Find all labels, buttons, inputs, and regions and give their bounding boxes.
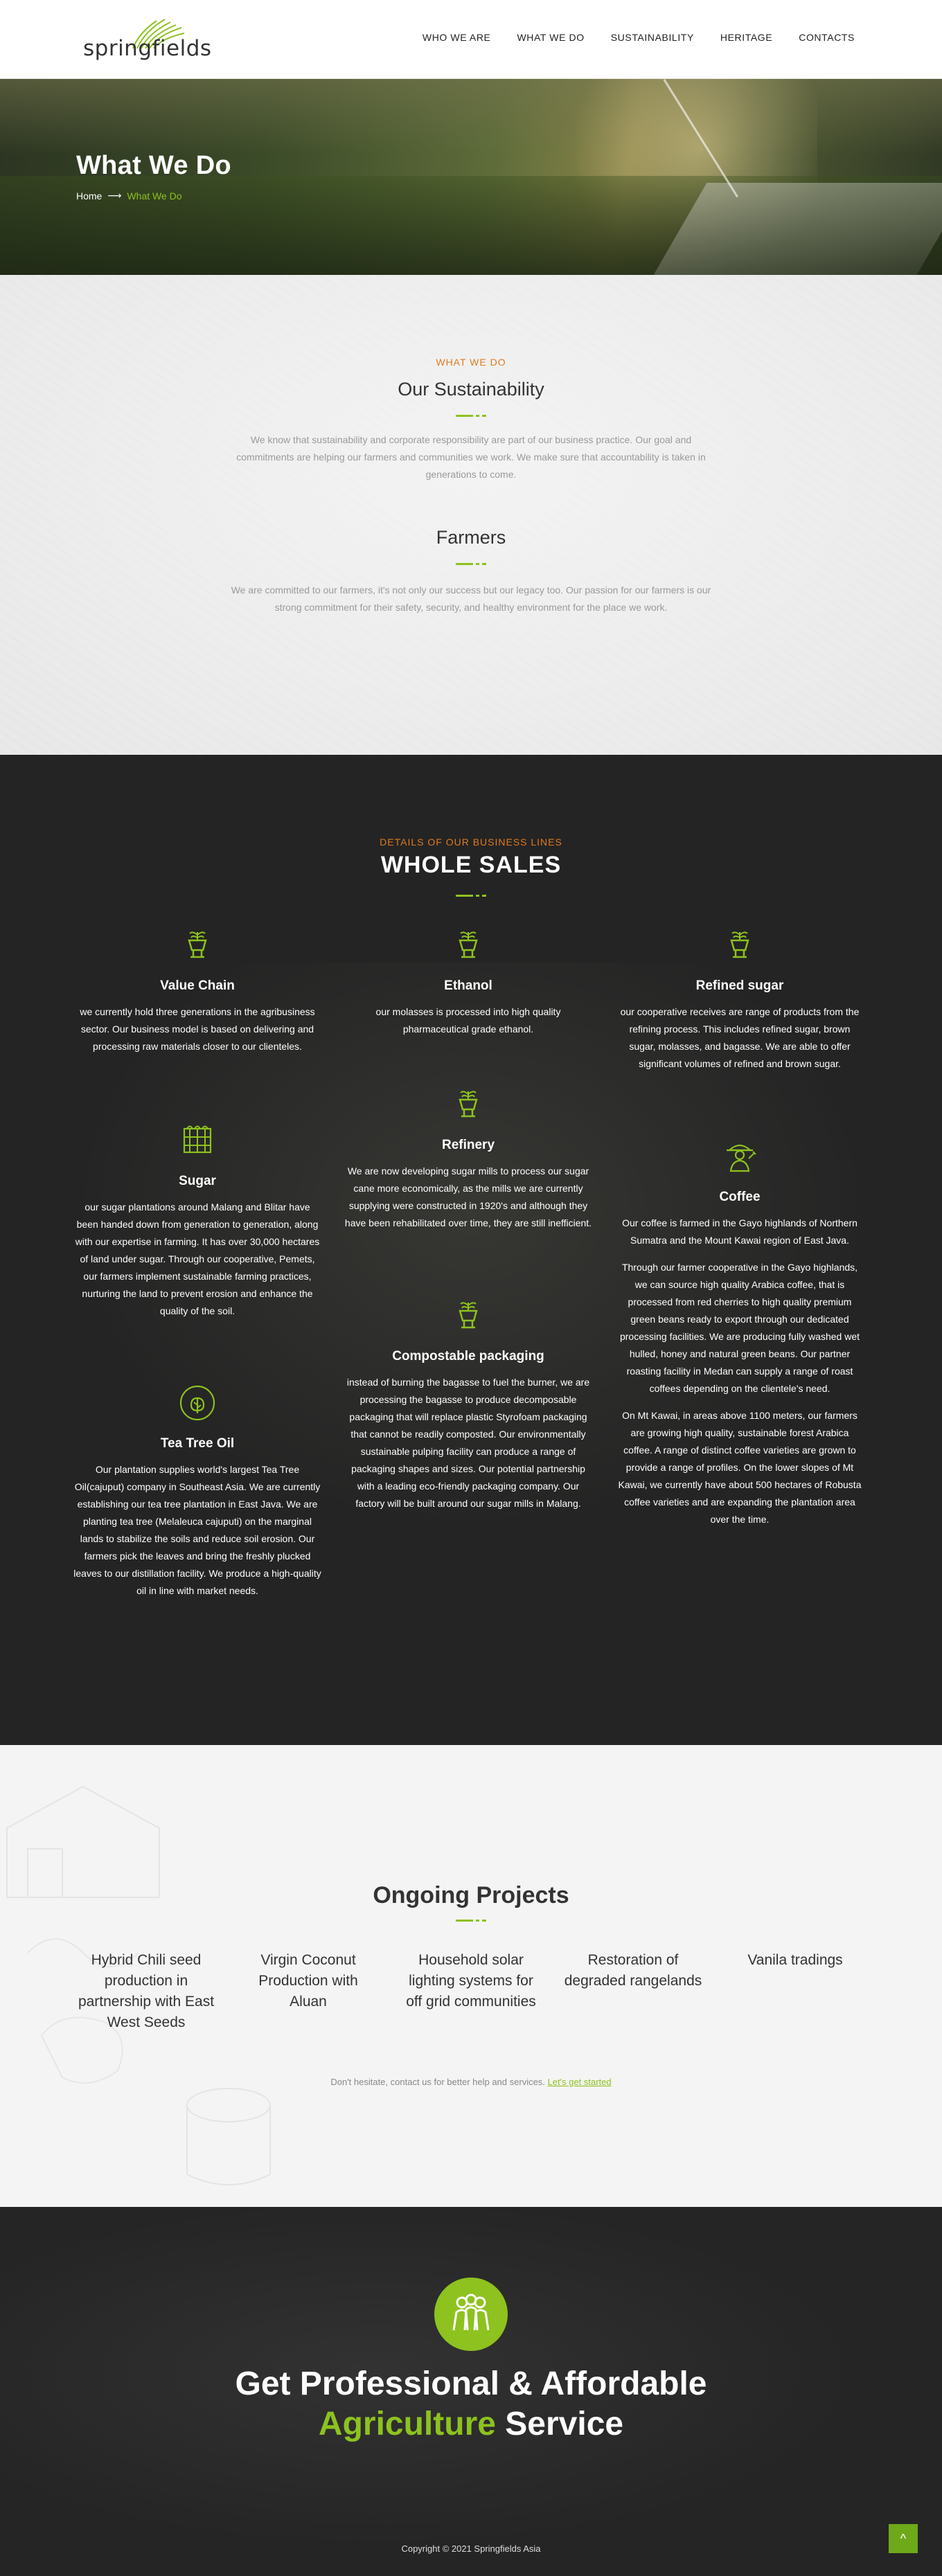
- what-we-do-section: WHAT WE DO Our Sustainability We know th…: [0, 275, 942, 755]
- card-title: Compostable packaging: [392, 1349, 544, 1363]
- breadcrumb-current: What We Do: [127, 190, 182, 202]
- card-title: Refinery: [441, 1138, 495, 1152]
- cta-rest: Service: [495, 2406, 624, 2442]
- sugarcane-icon: [183, 1125, 212, 1154]
- business-card-value-chain: Value Chain we currently hold three gene…: [73, 927, 322, 1055]
- section-title: Our Sustainability: [398, 379, 544, 400]
- business-card-coffee: Coffee Our coffee is farmed in the Gayo …: [615, 1138, 864, 1528]
- farmers-group-icon: [434, 2278, 508, 2351]
- section-eyebrow: DETAILS OF OUR BUSINESS LINES: [380, 837, 562, 848]
- hero-banner: What We Do Home ⟶ What We Do: [0, 79, 942, 275]
- site-header: springfields WHO WE ARE WHAT WE DO SUSTA…: [0, 0, 942, 79]
- section-eyebrow: WHAT WE DO: [436, 357, 506, 368]
- plant-cup-icon: [188, 931, 207, 958]
- farmers-title: Farmers: [436, 527, 506, 548]
- nav-sustainability[interactable]: SUSTAINABILITY: [611, 32, 694, 43]
- card-text: Our coffee is farmed in the Gayo highlan…: [622, 1217, 857, 1246]
- cta-headline: Get Professional & Affordable: [235, 2365, 707, 2402]
- card-text: we currently hold three generations in t…: [80, 1006, 315, 1052]
- sustainability-text: We know that sustainability and corporat…: [236, 434, 706, 480]
- card-text: Through our farmer cooperative in the Ga…: [619, 1262, 860, 1394]
- business-card-refinery: Refinery We are now developing sugar mil…: [344, 1086, 593, 1232]
- nav-heritage[interactable]: HERITAGE: [720, 32, 772, 43]
- plant-cup-icon: [459, 1302, 478, 1329]
- card-title: Ethanol: [444, 978, 492, 993]
- business-card-ethanol: Ethanol our molasses is processed into h…: [344, 927, 593, 1038]
- project-item: Vanila tradings: [747, 1952, 843, 1968]
- card-title: Tea Tree Oil: [160, 1436, 235, 1451]
- business-card-compostable-packaging: Compostable packaging instead of burning…: [344, 1297, 593, 1512]
- breadcrumb: Home ⟶ What We Do: [76, 190, 182, 202]
- footer-cta-section: Get Professional & Affordable Agricultur…: [0, 2207, 942, 2576]
- cta-headline-2: Agriculture Service: [0, 2405, 942, 2443]
- nav-who-we-are[interactable]: WHO WE ARE: [423, 32, 491, 43]
- copyright: Copyright © 2021 Springfields Asia: [401, 2543, 541, 2554]
- whole-sales-section: DETAILS OF OUR BUSINESS LINES WHOLE SALE…: [0, 755, 942, 1745]
- section-title: Ongoing Projects: [373, 1882, 569, 1908]
- farmers-text: We are committed to our farmers, it's no…: [231, 584, 711, 613]
- green-divider: [456, 415, 486, 417]
- logo-wordmark: springfields: [83, 36, 212, 61]
- project-item: Hybrid Chili seed production in partners…: [78, 1952, 215, 2030]
- contact-cta: Don't hesitate, contact us for better he…: [0, 2077, 942, 2087]
- breadcrumb-home[interactable]: Home: [76, 190, 102, 202]
- page: springfields WHO WE ARE WHAT WE DO SUSTA…: [0, 0, 942, 2576]
- business-card-sugar: Sugar our sugar plantations around Malan…: [73, 1122, 322, 1320]
- plant-cup-icon: [730, 931, 749, 958]
- card-title: Coffee: [719, 1190, 761, 1204]
- plant-cup-icon: [459, 1091, 478, 1118]
- main-nav: WHO WE ARE WHAT WE DO SUSTAINABILITY HER…: [423, 32, 855, 43]
- green-divider: [456, 1920, 486, 1922]
- arrow-right-icon: ⟶: [107, 190, 122, 201]
- logo[interactable]: springfields: [83, 18, 211, 62]
- textured-background: [0, 275, 942, 755]
- card-text: our molasses is processed into high qual…: [375, 1006, 561, 1035]
- green-divider: [456, 895, 486, 897]
- plant-cup-icon: [459, 931, 478, 958]
- card-title: Sugar: [179, 1174, 216, 1188]
- business-card-tea-tree-oil: Tea Tree Oil Our plantation supplies wor…: [73, 1384, 322, 1600]
- card-text: On Mt Kawai, in areas above 1100 meters,…: [618, 1410, 862, 1525]
- card-title: Refined sugar: [695, 978, 784, 993]
- leaf-circle-icon: [179, 1385, 215, 1421]
- card-text: instead of burning the bagasse to fuel t…: [346, 1377, 590, 1509]
- project-item: Virgin Coconut Production with Aluan: [258, 1952, 358, 2010]
- get-started-link[interactable]: Let's get started: [548, 2077, 612, 2087]
- card-text: We are now developing sugar mills to pro…: [344, 1165, 592, 1228]
- farmer-icon: [727, 1144, 756, 1172]
- business-card-refined-sugar: Refined sugar our cooperative receives a…: [615, 927, 864, 1073]
- cta-text: Don't hesitate, contact us for better he…: [330, 2077, 545, 2087]
- nav-contacts[interactable]: CONTACTS: [799, 32, 855, 43]
- project-item: Restoration of degraded rangelands: [564, 1952, 702, 1989]
- section-title: WHOLE SALES: [380, 852, 562, 878]
- nav-what-we-do[interactable]: WHAT WE DO: [517, 32, 584, 43]
- card-text: our sugar plantations around Malang and …: [75, 1201, 320, 1316]
- green-divider: [456, 563, 486, 565]
- project-item: Household solar lighting systems for off…: [406, 1952, 536, 2010]
- cta-accent-word: Agriculture: [318, 2406, 496, 2442]
- page-title: What We Do: [76, 151, 231, 180]
- card-text: Our plantation supplies world's largest …: [73, 1464, 321, 1596]
- ongoing-projects-section: Ongoing Projects Hybrid Chili seed produ…: [0, 1745, 942, 2207]
- card-text: our cooperative receives are range of pr…: [620, 1006, 860, 1069]
- card-title: Value Chain: [160, 978, 235, 993]
